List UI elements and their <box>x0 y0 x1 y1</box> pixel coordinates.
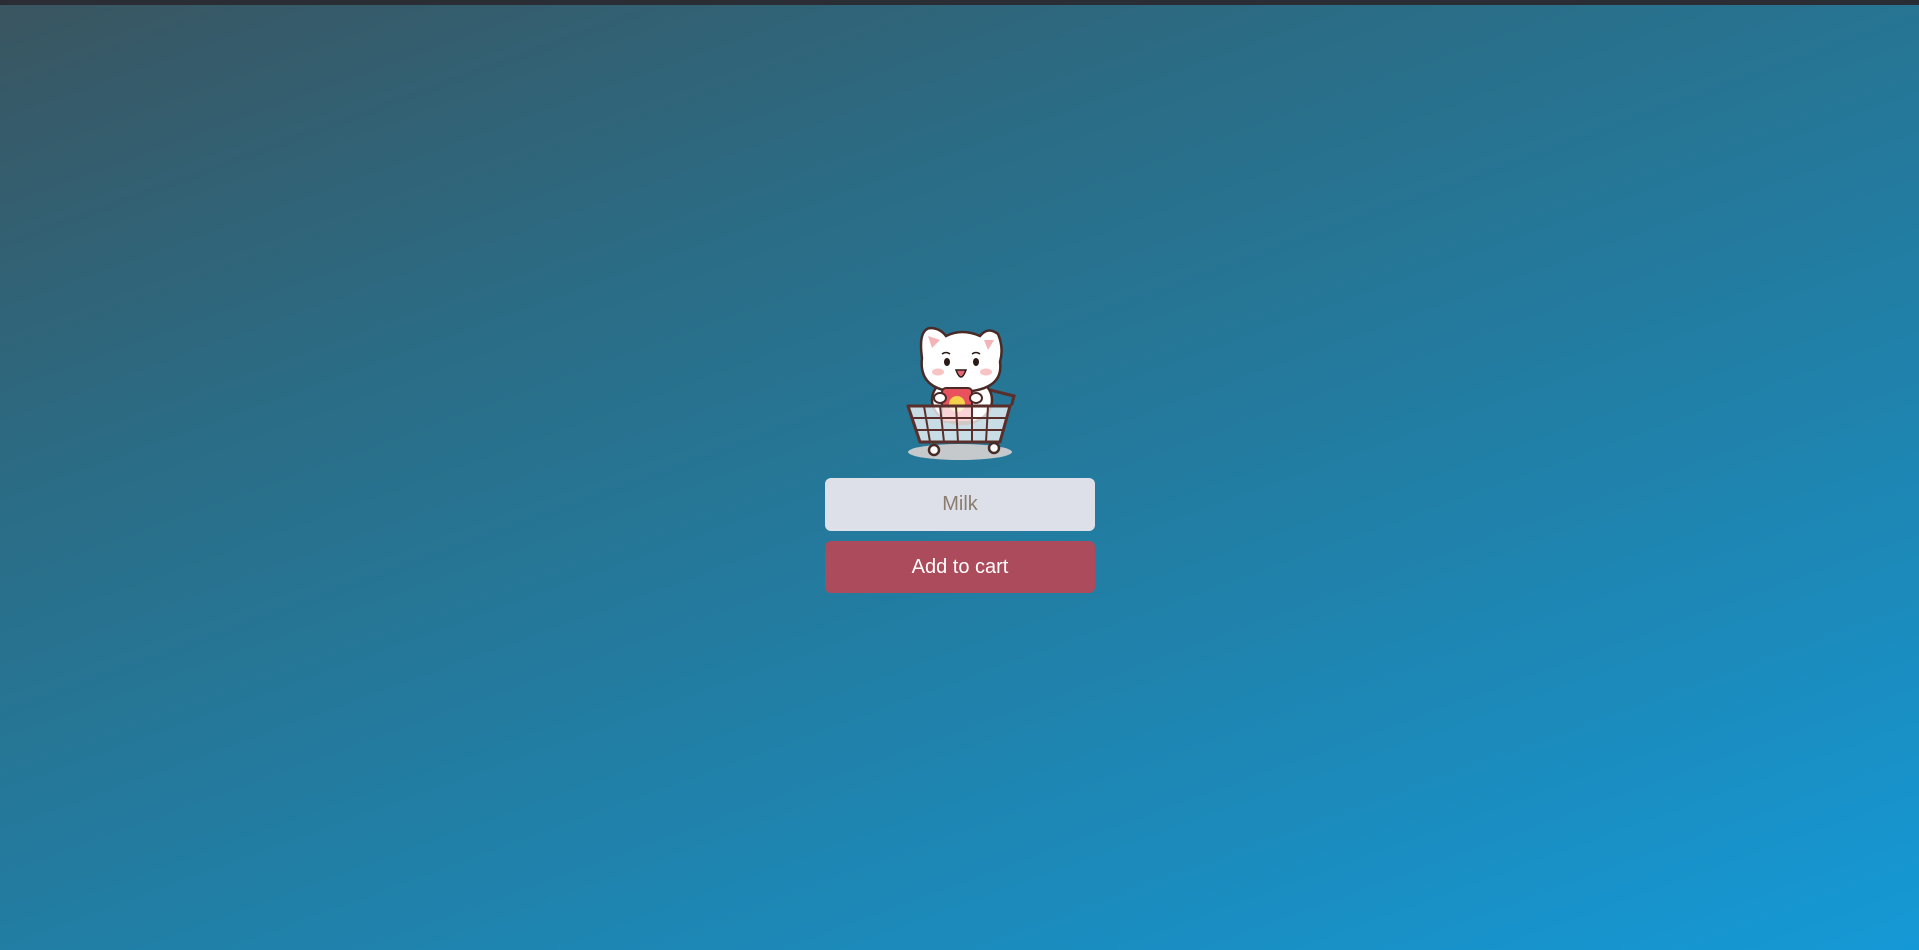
cart-form: Add to cart <box>825 318 1095 593</box>
add-to-cart-button[interactable]: Add to cart <box>825 541 1095 593</box>
window-top-bar <box>0 0 1919 5</box>
item-input[interactable] <box>825 478 1095 531</box>
cat-in-shopping-cart-icon <box>906 326 1016 460</box>
